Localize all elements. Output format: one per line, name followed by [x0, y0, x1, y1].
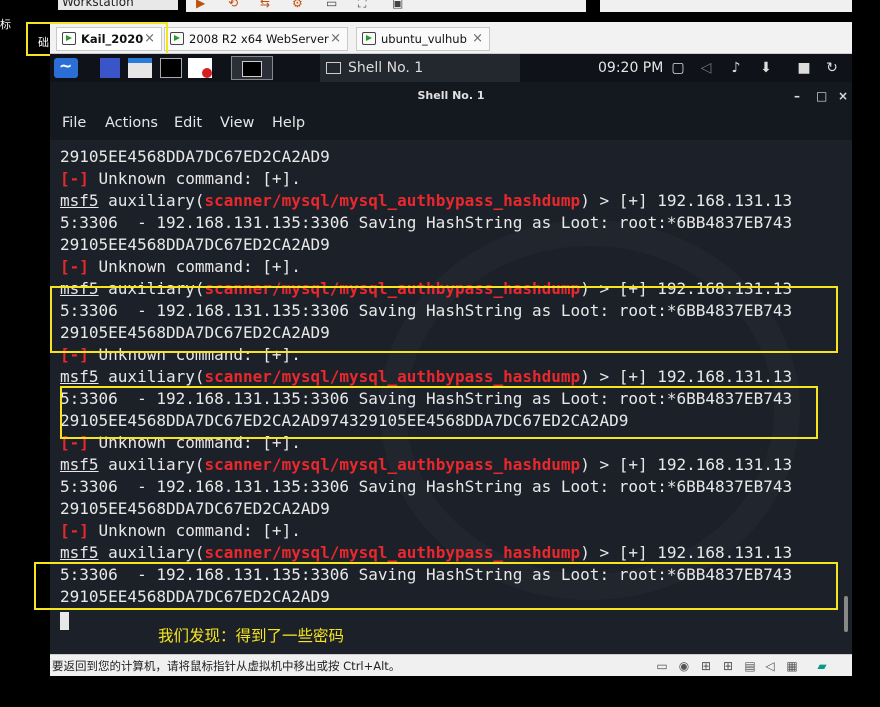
- terminal-icon: [326, 62, 341, 74]
- download-icon[interactable]: ⬇: [758, 60, 774, 76]
- vm-tab-ubuntu-vulhub[interactable]: ubuntu_vulhub ×: [356, 27, 490, 51]
- module-path: scanner/mysql/mysql_authbypass_hashdump: [204, 543, 581, 562]
- power-icon[interactable]: ▶: [196, 0, 205, 10]
- terminal-line: msf5 auxiliary(scanner/mysql/mysql_authb…: [60, 455, 793, 474]
- terminal-line: [-] Unknown command: [+].: [60, 169, 301, 188]
- error-tag: [-]: [60, 521, 89, 540]
- error-tag: [-]: [60, 169, 89, 188]
- host-toolbar-right: [600, 0, 852, 12]
- host-toolbar: ▶ ⟲ ⇆ ⚙ ▭ ⛶ ▣: [186, 0, 586, 12]
- manage-icon[interactable]: ⚙: [292, 0, 303, 10]
- revert-icon[interactable]: ⇆: [260, 0, 270, 10]
- host-title: Workstation: [58, 0, 178, 10]
- vm-tab-bar: Kail_2020 × 2008 R2 x64 WebServer × ubun…: [50, 22, 852, 54]
- terminal-line: msf5 auxiliary(scanner/mysql/mysql_authb…: [60, 543, 793, 562]
- menubar: File Actions Edit View Help: [50, 108, 852, 140]
- vm-tab-2008-r2-webserver[interactable]: 2008 R2 x64 WebServer ×: [164, 27, 348, 51]
- tab-close-icon[interactable]: ×: [330, 28, 341, 50]
- minimize-button[interactable]: –: [794, 82, 800, 110]
- menu-view[interactable]: View: [220, 115, 254, 131]
- error-tag: [-]: [60, 257, 89, 276]
- module-path: scanner/mysql/mysql_authbypass_hashdump: [204, 455, 581, 474]
- network-adapter-icon[interactable]: ⊞: [698, 659, 714, 673]
- recorder-icon[interactable]: [188, 58, 212, 78]
- highlight-box-loot-2: [60, 386, 818, 439]
- status-message: 要返回到您的计算机，请将鼠标指针从虚拟机中移出或按 Ctrl+Alt。: [52, 659, 401, 673]
- unity-icon[interactable]: ▣: [392, 0, 403, 10]
- power-menu-icon[interactable]: ↻: [824, 60, 840, 76]
- hard-disk-icon[interactable]: ▭: [654, 659, 670, 673]
- kali-menu-icon[interactable]: [54, 56, 78, 78]
- menu-file[interactable]: File: [62, 115, 86, 131]
- lock-icon[interactable]: ■: [796, 60, 812, 76]
- msf-prompt: msf5: [60, 367, 99, 386]
- highlight-box-tab: [26, 22, 168, 56]
- workspace-1-icon[interactable]: [100, 58, 120, 78]
- display-icon[interactable]: ▢: [670, 60, 686, 76]
- terminal-line: msf5 auxiliary(scanner/mysql/mysql_authb…: [60, 191, 793, 210]
- terminal-line: [-] Unknown command: [+].: [60, 257, 301, 276]
- vm-running-icon: [362, 32, 376, 45]
- window-titlebar: Shell No. 1 – □ ×: [50, 82, 852, 108]
- terminal-line: msf5 auxiliary(scanner/mysql/mysql_authb…: [60, 367, 793, 386]
- vmware-statusbar: 要返回到您的计算机，请将鼠标指针从虚拟机中移出或按 Ctrl+Alt。 ▭ ◉ …: [50, 654, 852, 676]
- msf-prompt: msf5: [60, 543, 99, 562]
- highlight-box-loot-3: [34, 562, 838, 610]
- window-title: Shell No. 1: [417, 89, 485, 102]
- terminal-line: 5:3306 - 192.168.131.135:3306 Saving Has…: [60, 213, 793, 232]
- printer-icon[interactable]: ▦: [784, 659, 800, 673]
- vm-running-icon: [170, 32, 184, 45]
- menu-actions[interactable]: Actions: [105, 115, 158, 131]
- terminal-cursor: [60, 612, 69, 630]
- terminal-line: [-] Unknown command: [+].: [60, 521, 301, 540]
- menu-help[interactable]: Help: [272, 115, 305, 131]
- usb-icon[interactable]: ▤: [742, 659, 758, 673]
- module-path: scanner/mysql/mysql_authbypass_hashdump: [204, 367, 581, 386]
- highlight-box-loot-1: [50, 286, 838, 353]
- tab-close-icon[interactable]: ×: [472, 28, 483, 50]
- cd-rom-icon[interactable]: ◉: [676, 659, 692, 673]
- menu-edit[interactable]: Edit: [174, 115, 202, 131]
- terminal-launcher-icon[interactable]: [160, 58, 182, 78]
- terminal-line: 5:3306 - 192.168.131.135:3306 Saving Has…: [60, 477, 793, 496]
- view-icon[interactable]: ▭: [326, 0, 337, 10]
- maximize-button[interactable]: □: [816, 82, 827, 110]
- terminal-lines: 29105EE4568DDA7DC67ED2CA2AD9 [-] Unknown …: [60, 146, 792, 608]
- close-button[interactable]: ×: [838, 82, 848, 110]
- msf-prompt: msf5: [60, 191, 99, 210]
- snapshot-icon[interactable]: ⟲: [228, 0, 238, 10]
- active-terminal-launcher-icon[interactable]: [231, 56, 273, 80]
- clock[interactable]: 09:20 PM: [598, 54, 663, 82]
- sound-card-icon[interactable]: ◁: [762, 659, 778, 673]
- terminal-line: 29105EE4568DDA7DC67ED2CA2AD9: [60, 235, 330, 254]
- taskbar-shell-no-1[interactable]: Shell No. 1: [320, 54, 520, 82]
- terminal-scrollbar[interactable]: [844, 596, 848, 632]
- network-adapter-2-icon[interactable]: ⊞: [720, 659, 736, 673]
- file-manager-icon[interactable]: [128, 58, 152, 78]
- annotation-caption: 我们发现：得到了一些密码: [158, 627, 345, 645]
- host-titlebar: Workstation ▶ ⟲ ⇆ ⚙ ▭ ⛶ ▣: [0, 0, 880, 22]
- terminal-line: 29105EE4568DDA7DC67ED2CA2AD9: [60, 499, 330, 518]
- terminal-line: 29105EE4568DDA7DC67ED2CA2AD9: [60, 147, 330, 166]
- notification-bell-icon[interactable]: ♪: [728, 60, 744, 76]
- msf-prompt: msf5: [60, 455, 99, 474]
- message-log-icon[interactable]: ▰: [814, 659, 830, 673]
- module-path: scanner/mysql/mysql_authbypass_hashdump: [204, 191, 581, 210]
- kali-top-panel: Shell No. 1 09:20 PM ▢ ◁ ♪ ⬇ ■ ↻: [50, 54, 852, 82]
- fullscreen-icon[interactable]: ⛶: [358, 0, 366, 11]
- volume-icon[interactable]: ◁: [698, 60, 714, 76]
